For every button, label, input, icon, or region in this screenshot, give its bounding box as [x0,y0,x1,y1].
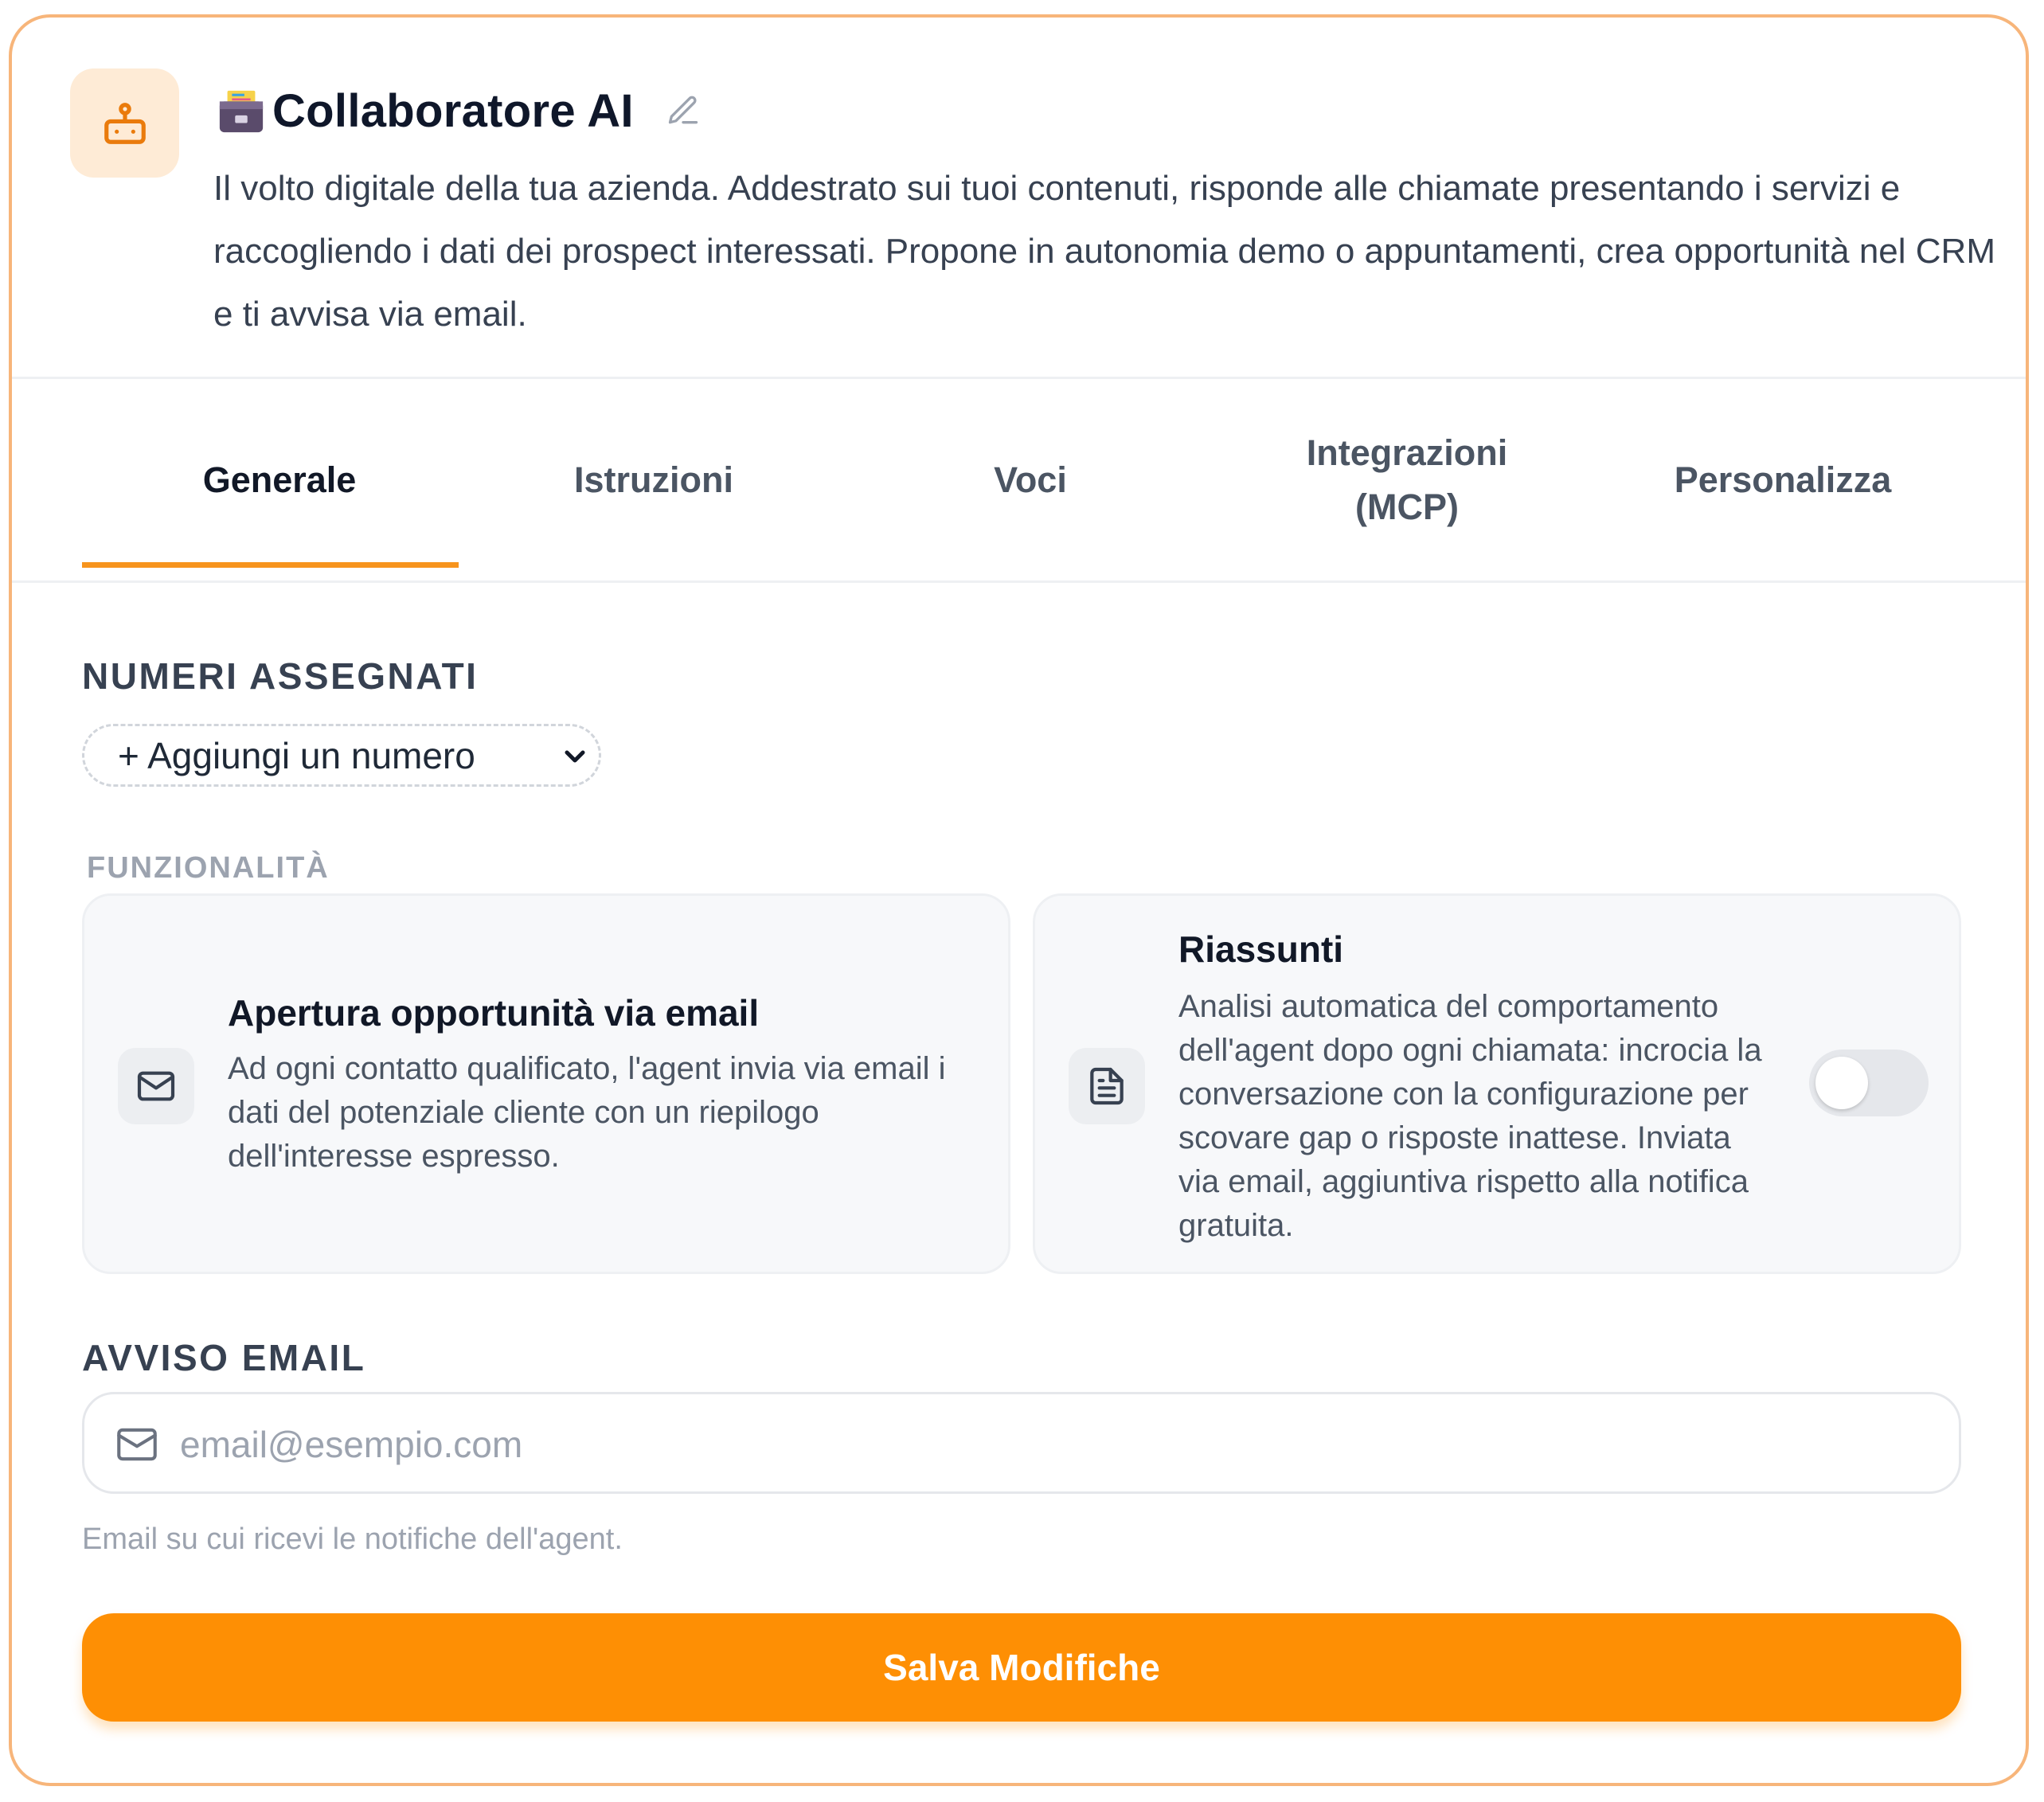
document-icon [1090,1067,1124,1105]
add-number-select-value: + Aggiungi un numero [118,734,475,776]
agent-avatar [70,68,179,178]
feature-description: Analisi automatica del comportamento del… [1178,989,1762,1243]
agent-header: Collaboratore AI Il volto digitale della… [12,18,2026,379]
summaries-toggle[interactable] [1809,1050,1929,1116]
agent-title-row: Collaboratore AI [217,75,701,147]
feature-icon-tile [118,1048,194,1124]
email-alert-field [82,1392,1961,1494]
tab-voci[interactable]: Voci [842,379,1218,580]
tab-istruzioni[interactable]: Istruzioni [466,379,842,580]
feature-card-email-opportunity: Apertura opportunità via email Ad ogni c… [82,893,1010,1274]
feature-title: Riassunti [1178,928,1344,970]
edit-title-button[interactable] [666,93,701,128]
add-number-select[interactable]: + Aggiungi un numero [82,724,601,787]
save-button[interactable]: Salva Modifiche [82,1613,1961,1722]
agent-title: Collaboratore AI [272,84,634,137]
agent-settings-card: Collaboratore AI Il volto digitale della… [9,14,2029,1786]
toggle-knob [1815,1057,1868,1109]
features-section-label: FUNZIONALITÀ [87,851,330,885]
active-tab-indicator [82,562,459,568]
feature-icon-tile [1069,1048,1145,1124]
card-file-box-icon [219,90,264,133]
chevron-down-icon [565,750,585,763]
feature-title: Apertura opportunità via email [228,992,760,1034]
feature-description: Ad ogni contatto qualificato, l'agent in… [228,1051,946,1174]
tab-integrazioni[interactable]: Integrazioni (MCP) [1219,379,1595,580]
email-hint: Email su cui ricevi le notifiche dell'ag… [82,1523,623,1556]
mail-icon [117,1428,157,1461]
robot-icon [104,102,146,144]
tab-generale[interactable]: Generale [92,379,467,580]
pencil-icon [668,96,698,124]
settings-tabs: Generale Istruzioni Voci Integrazioni (M… [12,379,2026,583]
tab-personalizza[interactable]: Personalizza [1595,379,1971,580]
feature-card-summaries: Riassunti Analisi automatica del comport… [1033,893,1961,1274]
mail-icon [137,1071,175,1101]
agent-description: Il volto digitale della tua azienda. Add… [213,169,1995,334]
email-alert-section-label: AVVISO EMAIL [82,1337,366,1378]
numbers-section-label: NUMERI ASSEGNATI [82,655,479,697]
email-input[interactable] [178,1410,1933,1479]
